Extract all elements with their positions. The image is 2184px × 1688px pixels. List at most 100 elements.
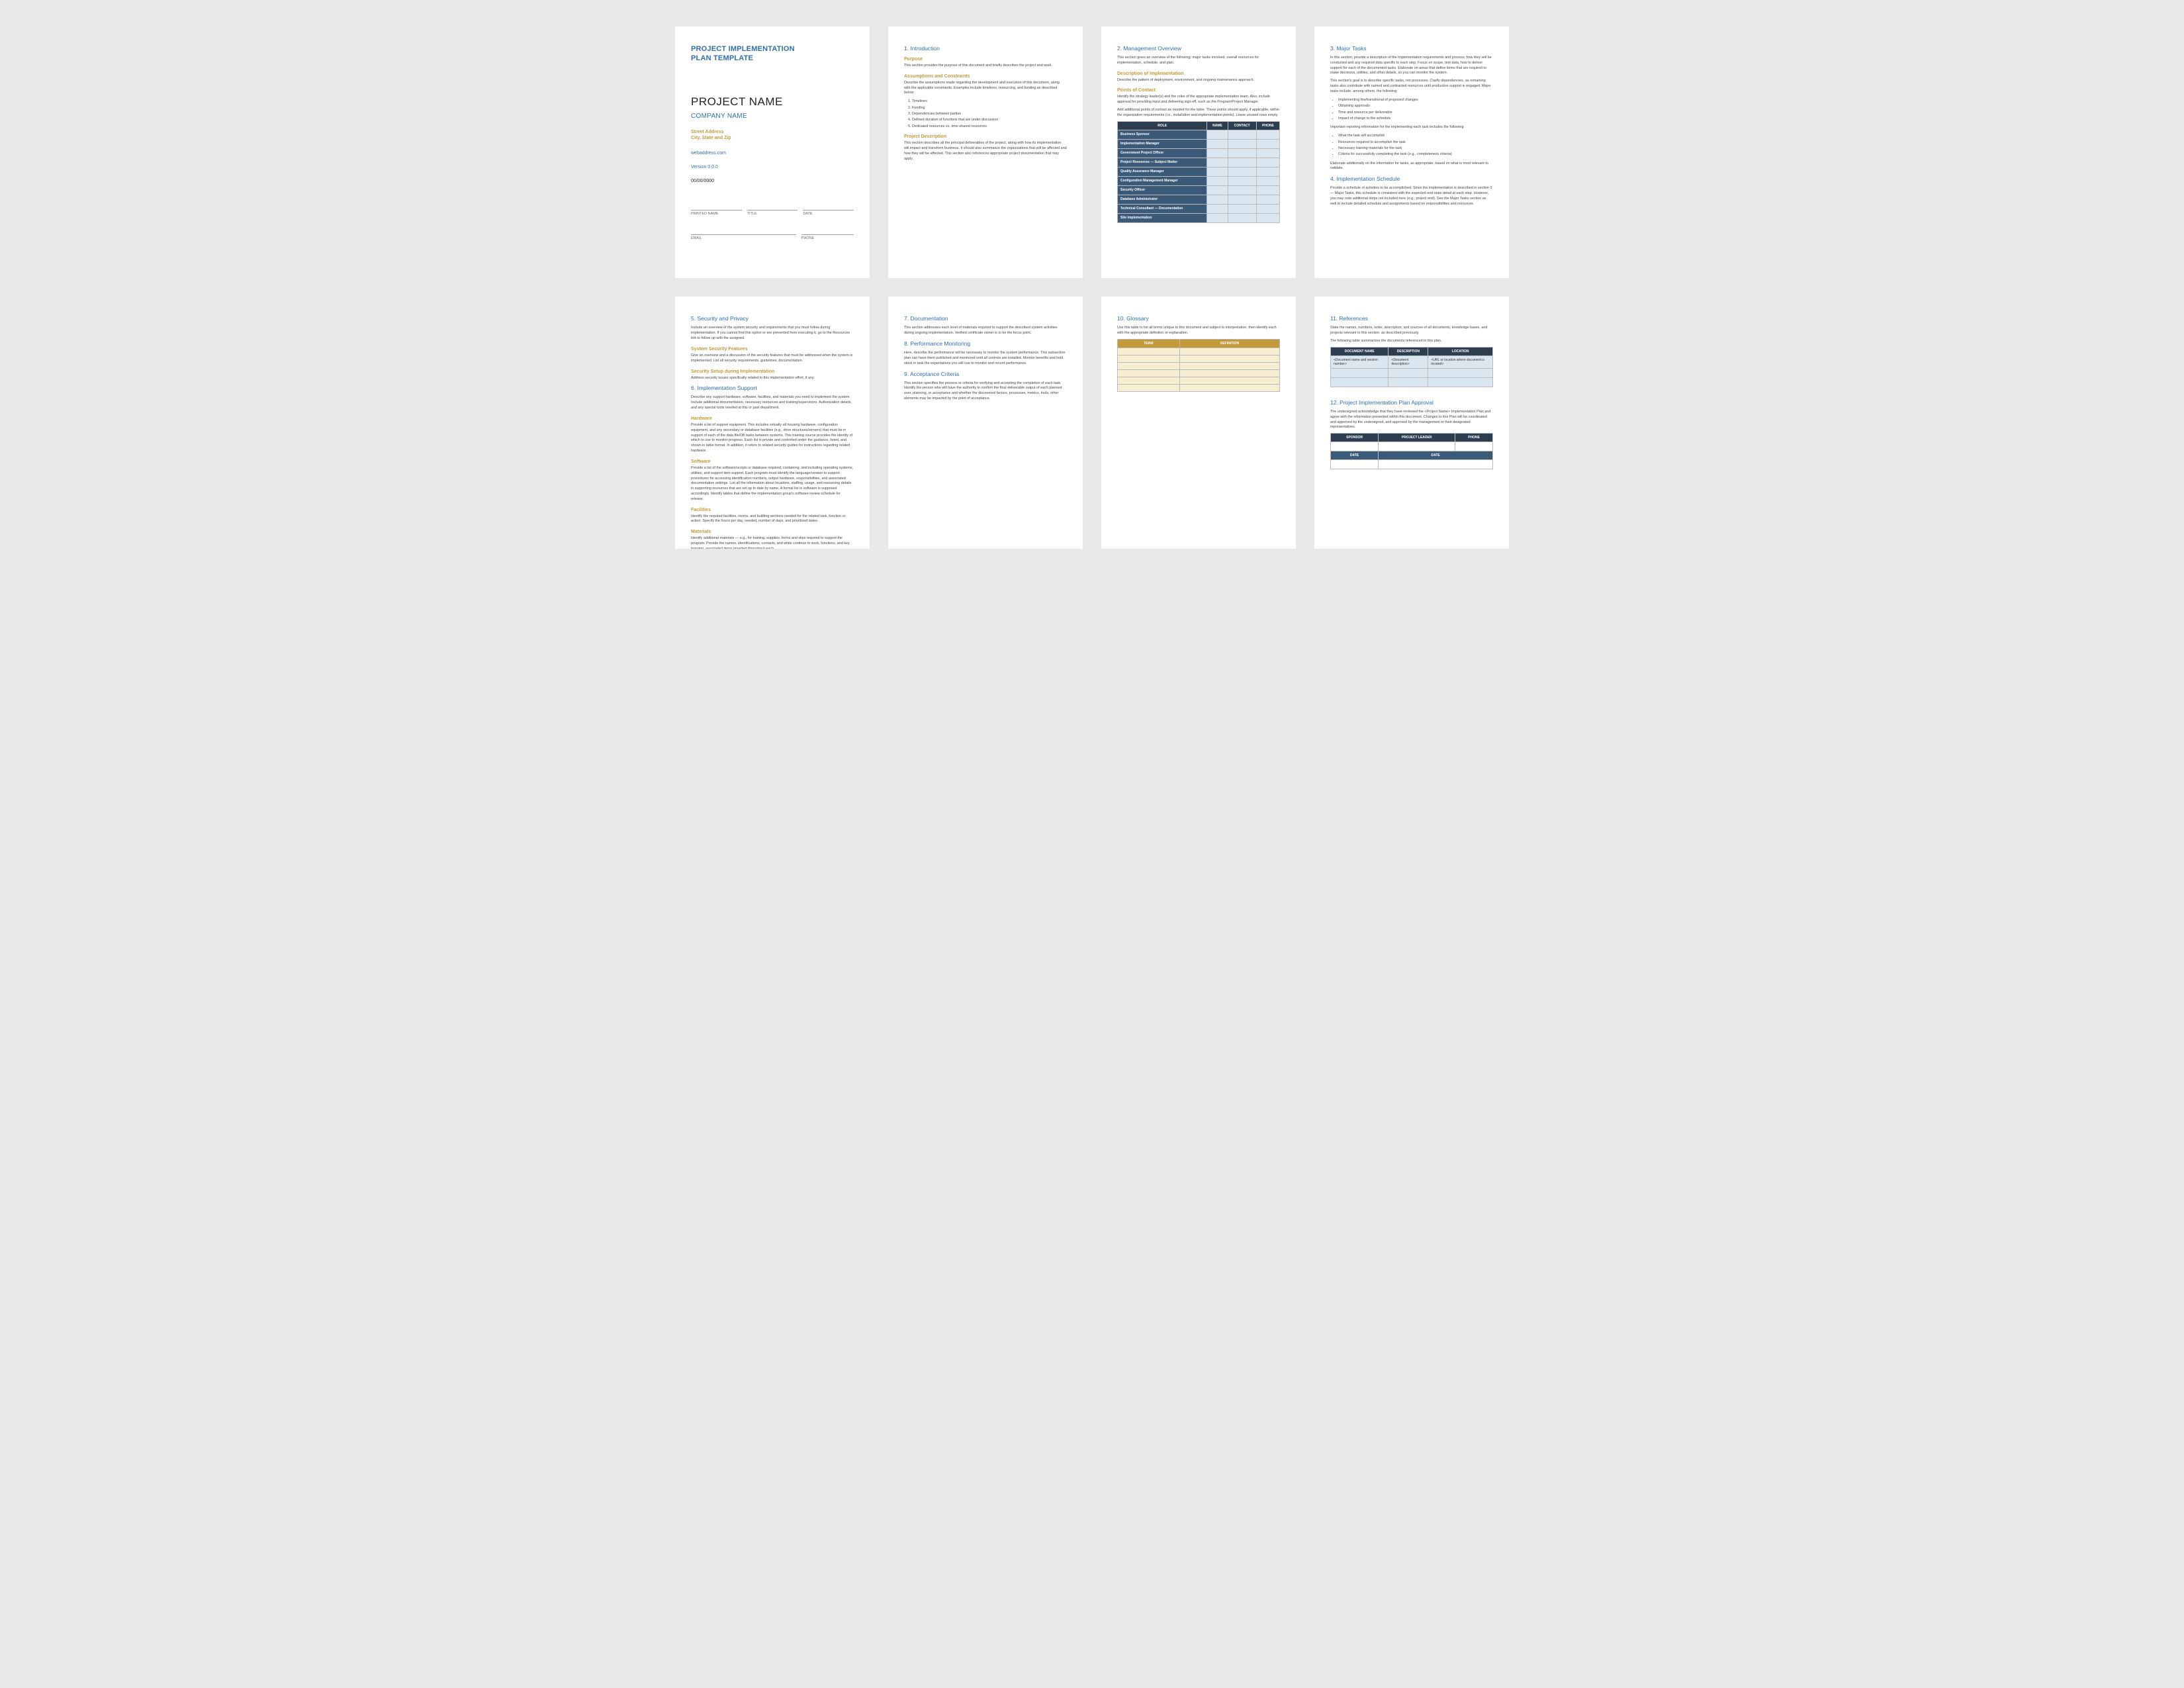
phone-cell — [1256, 204, 1279, 213]
term-cell — [1118, 385, 1180, 392]
def-cell — [1179, 363, 1279, 370]
table-header-row: TERM DEFINITION — [1118, 340, 1280, 348]
col-sponsor: SPONSOR — [1331, 434, 1379, 442]
web-address: webaddress.com — [691, 151, 854, 156]
pages-grid: PROJECT IMPLEMENTATION PLAN TEMPLATE PRO… — [675, 26, 1509, 549]
references-table: DOCUMENT NAME DESCRIPTION LOCATION <Docu… — [1330, 347, 1493, 387]
def-cell — [1179, 355, 1279, 363]
page-major-tasks: 3. Major Tasks In this section, provide … — [1314, 26, 1509, 278]
date-cell: DATE — [1331, 451, 1379, 460]
loc-cell — [1428, 377, 1493, 387]
poc-table-intro: Add additional points of contact as need… — [1117, 108, 1280, 118]
section-6-title: 6. Implementation Support — [691, 385, 854, 391]
term-cell — [1118, 348, 1180, 355]
section-2-title: 2. Management Overview — [1117, 45, 1280, 52]
cover-date: 00/00/0000 — [691, 179, 854, 183]
list-item: Impact of change to the schedule — [1338, 116, 1493, 121]
table-row — [1118, 370, 1280, 377]
list-item: Implementing the/transitional of propose… — [1338, 97, 1493, 103]
list-item: Resources required to accomplish the tas… — [1338, 140, 1493, 145]
table-header-row: DOCUMENT NAME DESCRIPTION LOCATION — [1331, 347, 1493, 355]
role-cell: Government Project Officer — [1118, 148, 1207, 158]
role-cell: Configuration Management Manager — [1118, 176, 1207, 185]
sponsor-cell — [1331, 460, 1379, 469]
desc-cell: <Document description> — [1388, 355, 1428, 368]
sys-sec-heading: System Security Features — [691, 347, 854, 352]
contacts-table: ROLE NAME CONTACT PHONE Business Sponsor… — [1117, 121, 1280, 223]
name-cell — [1207, 167, 1228, 176]
hardware-body: Provide a list of support equipment. Thi… — [691, 423, 854, 454]
contact-cell — [1228, 185, 1256, 195]
section-11-title: 11. References — [1330, 315, 1493, 322]
section-4-title: 4. Implementation Schedule — [1330, 175, 1493, 182]
col-location: LOCATION — [1428, 347, 1493, 355]
col-name: NAME — [1207, 121, 1228, 130]
docname-cell: <Document name and version number> — [1331, 355, 1388, 368]
table-row — [1118, 348, 1280, 355]
table-row — [1118, 363, 1280, 370]
page-introduction: 1. Introduction Purpose This section pro… — [888, 26, 1083, 278]
contact-cell — [1228, 148, 1256, 158]
sig-date: DATE — [803, 210, 854, 216]
col-leader: PROJECT LEADER — [1379, 434, 1455, 442]
desc-cell — [1388, 368, 1428, 377]
sec-setup-heading: Security Setup during Implementation — [691, 369, 854, 374]
list-item: Necessary training materials for the tas… — [1338, 146, 1493, 151]
phone-cell — [1256, 167, 1279, 176]
contact-cell — [1228, 213, 1256, 222]
term-cell — [1118, 363, 1180, 370]
def-cell — [1179, 348, 1279, 355]
table-row: Site Implementation — [1118, 213, 1280, 222]
table-row: Government Project Officer — [1118, 148, 1280, 158]
table-row: Database Administrator — [1118, 195, 1280, 204]
table-row: <Document name and version number> <Docu… — [1331, 355, 1493, 368]
phone-cell — [1256, 185, 1279, 195]
signature-row-2: EMAIL PHONE — [691, 234, 854, 240]
name-cell — [1207, 139, 1228, 148]
template-title-line2: PLAN TEMPLATE — [691, 54, 753, 62]
date-cell: DATE — [1379, 451, 1493, 460]
desc-impl-heading: Description of Implementation — [1117, 71, 1280, 76]
page-references-approval: 11. References State the names, numbers,… — [1314, 297, 1509, 548]
loc-cell — [1428, 368, 1493, 377]
contact-cell — [1228, 176, 1256, 185]
docname-cell — [1331, 368, 1388, 377]
section-3-mid: Important reporting information for the … — [1330, 125, 1493, 130]
section-3-body2: This section's goal is to describe speci… — [1330, 79, 1493, 94]
poc-heading: Points of Contact — [1117, 88, 1280, 93]
name-cell — [1207, 130, 1228, 139]
template-title-line1: PROJECT IMPLEMENTATION — [691, 45, 795, 53]
term-cell — [1118, 377, 1180, 385]
def-cell — [1179, 377, 1279, 385]
table-row: Business Sponsor — [1118, 130, 1280, 139]
phone-cell — [1256, 195, 1279, 204]
assumption-item: Dedicated resources vs. time-shared reso… — [912, 124, 1067, 129]
assumptions-body: Describe the assumptions made regarding … — [904, 81, 1067, 96]
page-cover: PROJECT IMPLEMENTATION PLAN TEMPLATE PRO… — [675, 26, 870, 278]
facilities-heading: Facilities — [691, 508, 854, 512]
table-row — [1118, 355, 1280, 363]
def-cell — [1179, 385, 1279, 392]
name-cell — [1207, 176, 1228, 185]
hardware-heading: Hardware — [691, 416, 854, 421]
list-item: Time and resource per deliverable — [1338, 110, 1493, 115]
table-row: Configuration Management Manager — [1118, 176, 1280, 185]
section-12-title: 12. Project Implementation Plan Approval — [1330, 399, 1493, 406]
role-cell: Quality Assurance Manager — [1118, 167, 1207, 176]
assumption-item: Funding — [912, 105, 1067, 111]
col-role: ROLE — [1118, 121, 1207, 130]
leader-cell — [1379, 460, 1493, 469]
sponsor-cell — [1331, 442, 1379, 451]
project-desc-heading: Project Description — [904, 134, 1067, 139]
name-cell — [1207, 195, 1228, 204]
software-body: Provide a list of the software/scripts o… — [691, 466, 854, 502]
table-row: Quality Assurance Manager — [1118, 167, 1280, 176]
signature-row-1: PRINTED NAME TITLE DATE — [691, 210, 854, 216]
section-10-title: 10. Glossary — [1117, 315, 1280, 322]
col-contact: CONTACT — [1228, 121, 1256, 130]
approval-table: SPONSOR PROJECT LEADER PHONE DATE DATE — [1330, 433, 1493, 469]
version: Version 0.0.0 — [691, 165, 854, 169]
section-6-body: Describe any support hardware, software,… — [691, 395, 854, 410]
section-2-body: This section gives an overview of the fo… — [1117, 56, 1280, 66]
table-row: Security Officer — [1118, 185, 1280, 195]
